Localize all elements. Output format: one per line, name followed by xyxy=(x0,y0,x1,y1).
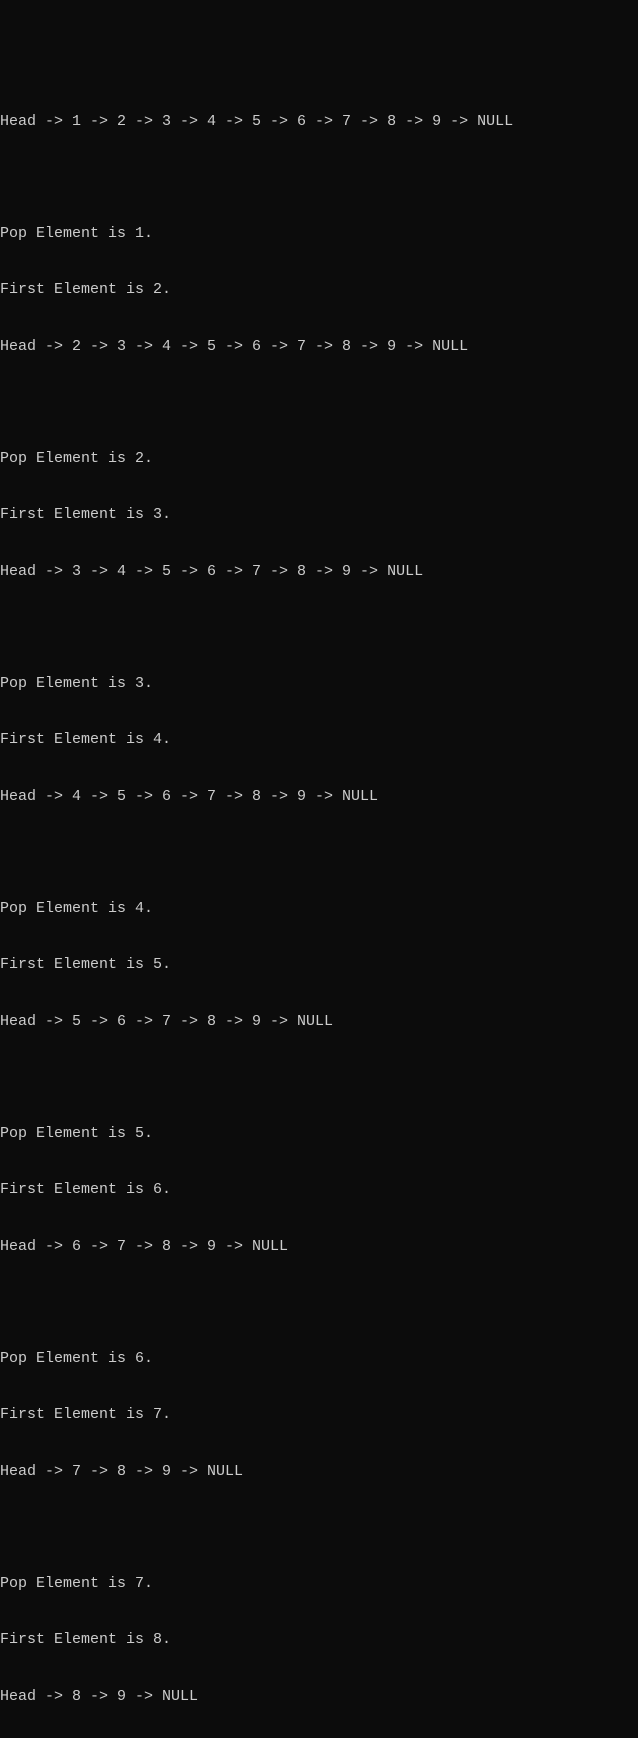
output-line: First Element is 8. xyxy=(0,1631,638,1650)
output-line xyxy=(0,1294,638,1313)
output-line xyxy=(0,169,638,188)
output-line: Head -> 4 -> 5 -> 6 -> 7 -> 8 -> 9 -> NU… xyxy=(0,788,638,807)
output-line xyxy=(0,1069,638,1088)
output-line: Head -> 5 -> 6 -> 7 -> 8 -> 9 -> NULL xyxy=(0,1013,638,1032)
output-line xyxy=(0,394,638,413)
output-line xyxy=(0,619,638,638)
output-line: Head -> 7 -> 8 -> 9 -> NULL xyxy=(0,1463,638,1482)
output-line: Pop Element is 7. xyxy=(0,1575,638,1594)
output-line: First Element is 7. xyxy=(0,1406,638,1425)
output-line: Pop Element is 2. xyxy=(0,450,638,469)
output-line: Head -> 2 -> 3 -> 4 -> 5 -> 6 -> 7 -> 8 … xyxy=(0,338,638,357)
output-line xyxy=(0,1519,638,1538)
output-line: Pop Element is 4. xyxy=(0,900,638,919)
output-line: Head -> 6 -> 7 -> 8 -> 9 -> NULL xyxy=(0,1238,638,1257)
output-line: Pop Element is 3. xyxy=(0,675,638,694)
output-line: First Element is 3. xyxy=(0,506,638,525)
output-line: Head -> 3 -> 4 -> 5 -> 6 -> 7 -> 8 -> 9 … xyxy=(0,563,638,582)
output-line: Pop Element is 6. xyxy=(0,1350,638,1369)
output-line: First Element is 2. xyxy=(0,281,638,300)
output-line: First Element is 5. xyxy=(0,956,638,975)
terminal-output[interactable]: Head -> 1 -> 2 -> 3 -> 4 -> 5 -> 6 -> 7 … xyxy=(0,75,638,1738)
output-line: Head -> 1 -> 2 -> 3 -> 4 -> 5 -> 6 -> 7 … xyxy=(0,113,638,132)
output-line: First Element is 6. xyxy=(0,1181,638,1200)
output-line: Head -> 8 -> 9 -> NULL xyxy=(0,1688,638,1707)
output-line: Pop Element is 5. xyxy=(0,1125,638,1144)
output-line: Pop Element is 1. xyxy=(0,225,638,244)
output-line xyxy=(0,844,638,863)
output-line: First Element is 4. xyxy=(0,731,638,750)
